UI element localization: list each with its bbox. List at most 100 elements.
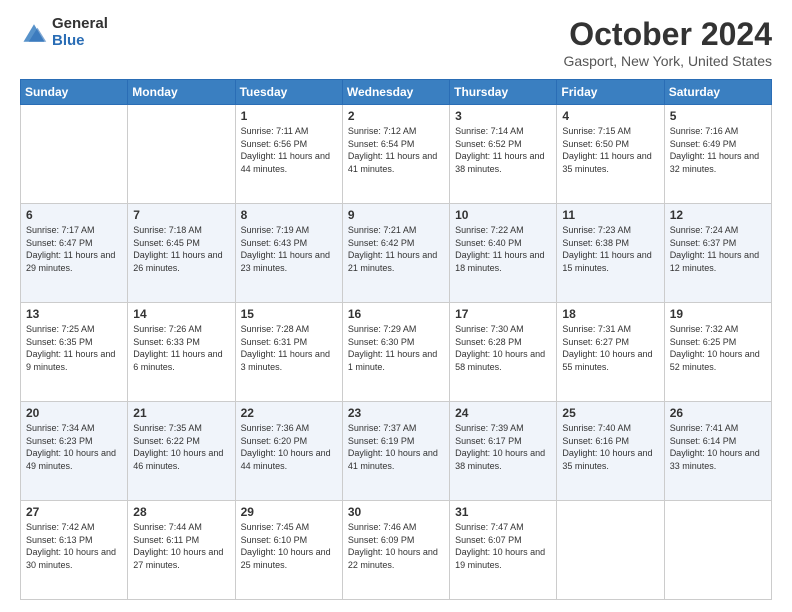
table-row <box>664 501 771 600</box>
table-row: 12 Sunrise: 7:24 AMSunset: 6:37 PMDayligh… <box>664 204 771 303</box>
day-number: 29 <box>241 505 337 519</box>
day-number: 28 <box>133 505 229 519</box>
day-number: 13 <box>26 307 122 321</box>
day-info: Sunrise: 7:26 AMSunset: 6:33 PMDaylight:… <box>133 324 222 372</box>
title-location: Gasport, New York, United States <box>563 53 772 69</box>
header-wednesday: Wednesday <box>342 80 449 105</box>
table-row: 11Sunrise: 7:23 AMSunset: 6:38 PMDayligh… <box>557 204 664 303</box>
day-number: 17 <box>455 307 551 321</box>
day-info: Sunrise: 7:29 AMSunset: 6:30 PMDaylight:… <box>348 324 437 372</box>
day-info: Sunrise: 7:15 AMSunset: 6:50 PMDaylight:… <box>562 126 651 174</box>
day-info: Sunrise: 7:30 AMSunset: 6:28 PMDaylight:… <box>455 324 545 372</box>
day-info: Sunrise: 7:44 AMSunset: 6:11 PMDaylight:… <box>133 522 223 570</box>
day-number: 15 <box>241 307 337 321</box>
day-number: 27 <box>26 505 122 519</box>
day-number: 9 <box>348 208 444 222</box>
day-number: 23 <box>348 406 444 420</box>
day-number: 12 <box>670 208 766 222</box>
header-tuesday: Tuesday <box>235 80 342 105</box>
day-number: 5 <box>670 109 766 123</box>
logo-icon <box>20 19 48 47</box>
day-info: Sunrise: 7:45 AMSunset: 6:10 PMDaylight:… <box>241 522 331 570</box>
header-sunday: Sunday <box>21 80 128 105</box>
day-number: 31 <box>455 505 551 519</box>
calendar-row: 6 Sunrise: 7:17 AMSunset: 6:47 PMDaylight… <box>21 204 772 303</box>
table-row: 29 Sunrise: 7:45 AMSunset: 6:10 PMDayligh… <box>235 501 342 600</box>
table-row: 16 Sunrise: 7:29 AMSunset: 6:30 PMDayligh… <box>342 303 449 402</box>
table-row: 26Sunrise: 7:41 AMSunset: 6:14 PMDayligh… <box>664 402 771 501</box>
table-row: 2 Sunrise: 7:12 AMSunset: 6:54 PMDaylight… <box>342 105 449 204</box>
day-number: 3 <box>455 109 551 123</box>
day-info: Sunrise: 7:36 AMSunset: 6:20 PMDaylight:… <box>241 423 331 471</box>
day-number: 16 <box>348 307 444 321</box>
day-info: Sunrise: 7:37 AMSunset: 6:19 PMDaylight:… <box>348 423 438 471</box>
header-thursday: Thursday <box>450 80 557 105</box>
day-number: 4 <box>562 109 658 123</box>
table-row: 24 Sunrise: 7:39 AMSunset: 6:17 PMDayligh… <box>450 402 557 501</box>
day-info: Sunrise: 7:17 AMSunset: 6:47 PMDaylight:… <box>26 225 115 273</box>
day-number: 1 <box>241 109 337 123</box>
table-row: 30 Sunrise: 7:46 AMSunset: 6:09 PMDayligh… <box>342 501 449 600</box>
header: General Blue October 2024 Gasport, New Y… <box>20 16 772 69</box>
day-number: 25 <box>562 406 658 420</box>
day-info: Sunrise: 7:41 AMSunset: 6:14 PMDaylight:… <box>670 423 760 471</box>
table-row: 18 Sunrise: 7:31 AMSunset: 6:27 PMDayligh… <box>557 303 664 402</box>
day-info: Sunrise: 7:28 AMSunset: 6:31 PMDaylight:… <box>241 324 330 372</box>
table-row: 10 Sunrise: 7:22 AMSunset: 6:40 PMDayligh… <box>450 204 557 303</box>
logo-general-text: General <box>52 16 108 33</box>
table-row: 7Sunrise: 7:18 AMSunset: 6:45 PMDaylight… <box>128 204 235 303</box>
title-block: October 2024 Gasport, New York, United S… <box>563 16 772 69</box>
day-info: Sunrise: 7:24 AMSunset: 6:37 PMDaylight:… <box>670 225 759 273</box>
table-row <box>21 105 128 204</box>
table-row <box>557 501 664 600</box>
logo: General Blue <box>20 16 108 49</box>
header-friday: Friday <box>557 80 664 105</box>
day-info: Sunrise: 7:40 AMSunset: 6:16 PMDaylight:… <box>562 423 652 471</box>
day-info: Sunrise: 7:12 AMSunset: 6:54 PMDaylight:… <box>348 126 437 174</box>
day-info: Sunrise: 7:16 AMSunset: 6:49 PMDaylight:… <box>670 126 759 174</box>
day-info: Sunrise: 7:21 AMSunset: 6:42 PMDaylight:… <box>348 225 437 273</box>
day-info: Sunrise: 7:39 AMSunset: 6:17 PMDaylight:… <box>455 423 545 471</box>
day-number: 10 <box>455 208 551 222</box>
table-row: 31 Sunrise: 7:47 AMSunset: 6:07 PMDayligh… <box>450 501 557 600</box>
day-info: Sunrise: 7:46 AMSunset: 6:09 PMDaylight:… <box>348 522 438 570</box>
day-info: Sunrise: 7:25 AMSunset: 6:35 PMDaylight:… <box>26 324 115 372</box>
calendar-header-row: Sunday Monday Tuesday Wednesday Thursday… <box>21 80 772 105</box>
table-row <box>128 105 235 204</box>
day-number: 24 <box>455 406 551 420</box>
day-number: 8 <box>241 208 337 222</box>
day-info: Sunrise: 7:34 AMSunset: 6:23 PMDaylight:… <box>26 423 116 471</box>
day-info: Sunrise: 7:47 AMSunset: 6:07 PMDaylight:… <box>455 522 545 570</box>
day-number: 6 <box>26 208 122 222</box>
logo-text: General Blue <box>52 16 108 49</box>
table-row: 14Sunrise: 7:26 AMSunset: 6:33 PMDayligh… <box>128 303 235 402</box>
calendar-row: 1 Sunrise: 7:11 AMSunset: 6:56 PMDaylight… <box>21 105 772 204</box>
logo-blue-text: Blue <box>52 33 108 50</box>
day-info: Sunrise: 7:22 AMSunset: 6:40 PMDaylight:… <box>455 225 544 273</box>
table-row: 20Sunrise: 7:34 AMSunset: 6:23 PMDayligh… <box>21 402 128 501</box>
day-info: Sunrise: 7:32 AMSunset: 6:25 PMDaylight:… <box>670 324 760 372</box>
header-saturday: Saturday <box>664 80 771 105</box>
header-monday: Monday <box>128 80 235 105</box>
calendar-table: Sunday Monday Tuesday Wednesday Thursday… <box>20 79 772 600</box>
table-row: 19Sunrise: 7:32 AMSunset: 6:25 PMDayligh… <box>664 303 771 402</box>
calendar-row: 13 Sunrise: 7:25 AMSunset: 6:35 PMDayligh… <box>21 303 772 402</box>
table-row: 15 Sunrise: 7:28 AMSunset: 6:31 PMDayligh… <box>235 303 342 402</box>
day-info: Sunrise: 7:18 AMSunset: 6:45 PMDaylight:… <box>133 225 222 273</box>
day-info: Sunrise: 7:35 AMSunset: 6:22 PMDaylight:… <box>133 423 223 471</box>
table-row: 4 Sunrise: 7:15 AMSunset: 6:50 PMDaylight… <box>557 105 664 204</box>
day-info: Sunrise: 7:31 AMSunset: 6:27 PMDaylight:… <box>562 324 652 372</box>
day-number: 30 <box>348 505 444 519</box>
day-info: Sunrise: 7:19 AMSunset: 6:43 PMDaylight:… <box>241 225 330 273</box>
calendar-row: 27Sunrise: 7:42 AMSunset: 6:13 PMDayligh… <box>21 501 772 600</box>
table-row: 8 Sunrise: 7:19 AMSunset: 6:43 PMDaylight… <box>235 204 342 303</box>
day-number: 18 <box>562 307 658 321</box>
table-row: 25 Sunrise: 7:40 AMSunset: 6:16 PMDayligh… <box>557 402 664 501</box>
calendar-row: 20Sunrise: 7:34 AMSunset: 6:23 PMDayligh… <box>21 402 772 501</box>
day-number: 22 <box>241 406 337 420</box>
day-info: Sunrise: 7:14 AMSunset: 6:52 PMDaylight:… <box>455 126 544 174</box>
table-row: 3 Sunrise: 7:14 AMSunset: 6:52 PMDaylight… <box>450 105 557 204</box>
day-info: Sunrise: 7:11 AMSunset: 6:56 PMDaylight:… <box>241 126 330 174</box>
day-number: 2 <box>348 109 444 123</box>
day-info: Sunrise: 7:23 AMSunset: 6:38 PMDaylight:… <box>562 225 651 273</box>
